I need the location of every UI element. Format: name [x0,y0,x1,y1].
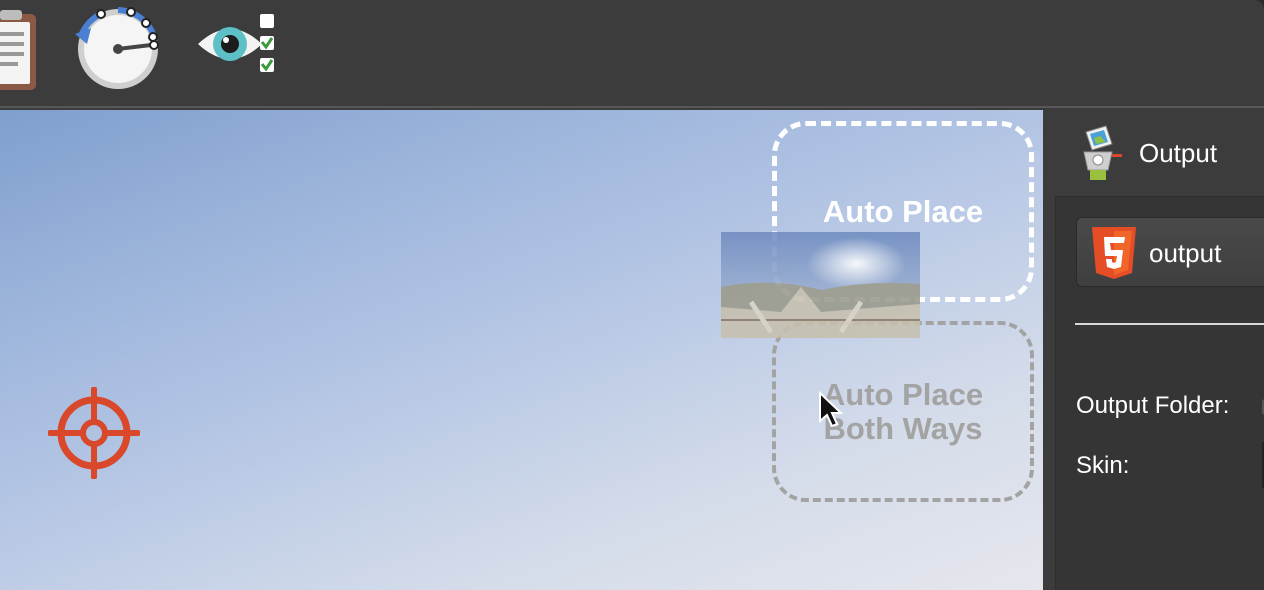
auto-place-both-label-line2: Both Ways [823,410,983,446]
auto-place-both-ways-drop-zone[interactable]: Auto Place Both Ways [772,321,1034,502]
panel-body: output Output Folder: Skin: [1055,196,1264,590]
panel-header: Output [1043,110,1264,196]
output-format-label: output [1149,238,1222,268]
panorama-viewer[interactable]: Auto Place Auto Place Both Ways [0,110,1043,590]
clipboard-icon[interactable] [0,4,56,94]
output-folder-label: Output Folder: [1076,392,1230,419]
output-grinder-icon [1076,124,1126,184]
arrow-cursor-icon [818,390,844,429]
panel-title: Output [1139,138,1218,168]
toolbar [0,0,1264,108]
output-panel: Output output Output Folder: Skin: [1043,110,1264,590]
crosshair-icon[interactable] [47,386,141,480]
panel-divider [1075,323,1264,325]
html5-icon [1090,225,1138,281]
app-window: Auto Place Auto Place Both Ways Output o… [0,0,1264,590]
tour-timer-icon[interactable] [73,4,163,94]
skin-label: Skin: [1076,452,1130,479]
dragged-panorama-thumbnail[interactable] [721,232,920,338]
auto-place-label: Auto Place [822,193,984,229]
auto-place-both-label-line1: Auto Place [822,376,984,412]
preview-checklist-icon[interactable] [192,4,282,94]
output-format-select[interactable]: output [1076,217,1264,287]
